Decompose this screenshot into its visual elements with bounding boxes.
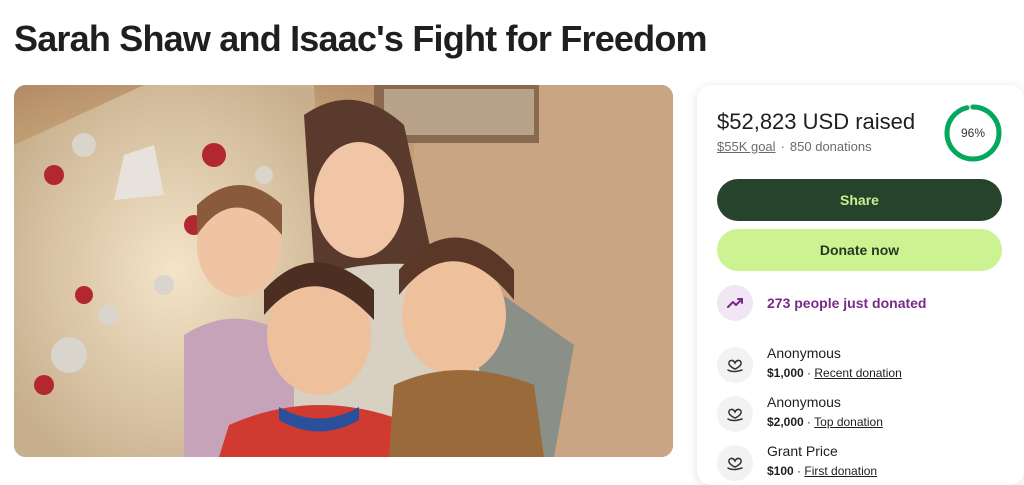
donor-detail: $100 · First donation xyxy=(767,464,877,478)
campaign-photo[interactable] xyxy=(14,85,673,457)
donor-name: Anonymous xyxy=(767,345,841,361)
share-button[interactable]: Share xyxy=(717,179,1002,221)
donor-amount: $100 xyxy=(767,464,794,478)
heart-hand-icon xyxy=(717,445,753,481)
goal-link[interactable]: $55K goal xyxy=(717,139,776,154)
donation-card: $52,823 USD raised $55K goal · 850 donatio… xyxy=(697,85,1024,485)
meta-separator: · xyxy=(780,139,785,154)
campaign-photo-illustration xyxy=(14,85,673,457)
donor-separator: · xyxy=(793,464,805,478)
page-title: Sarah Shaw and Isaac's Fight for Freedom xyxy=(14,18,708,59)
donor-amount: $2,000 xyxy=(767,415,804,429)
donate-now-button[interactable]: Donate now xyxy=(717,229,1002,271)
progress-percent: 96% xyxy=(960,126,986,140)
donor-separator: · xyxy=(803,415,815,429)
amount-raised: $52,823 USD raised xyxy=(717,109,916,134)
donor-tag-link[interactable]: First donation xyxy=(804,464,877,478)
donor-name: Grant Price xyxy=(767,443,838,459)
heart-hand-icon xyxy=(717,396,753,432)
donor-detail: $2,000 · Top donation xyxy=(767,415,883,429)
recent-donations-text: 273 people just donated xyxy=(767,295,927,311)
recent-activity: 273 people just donated xyxy=(717,285,926,321)
donation-count: 850 donations xyxy=(789,139,872,154)
donor-name: Anonymous xyxy=(767,394,841,410)
donor-tag-link[interactable]: Recent donation xyxy=(814,366,901,380)
goal-summary: $55K goal · 850 donations xyxy=(717,139,872,154)
donor-separator: · xyxy=(803,366,815,380)
donor-amount: $1,000 xyxy=(767,366,804,380)
donor-tag-link[interactable]: Top donation xyxy=(814,415,883,429)
trending-up-icon xyxy=(717,285,753,321)
donor-detail: $1,000 · Recent donation xyxy=(767,366,902,380)
heart-hand-icon xyxy=(717,347,753,383)
